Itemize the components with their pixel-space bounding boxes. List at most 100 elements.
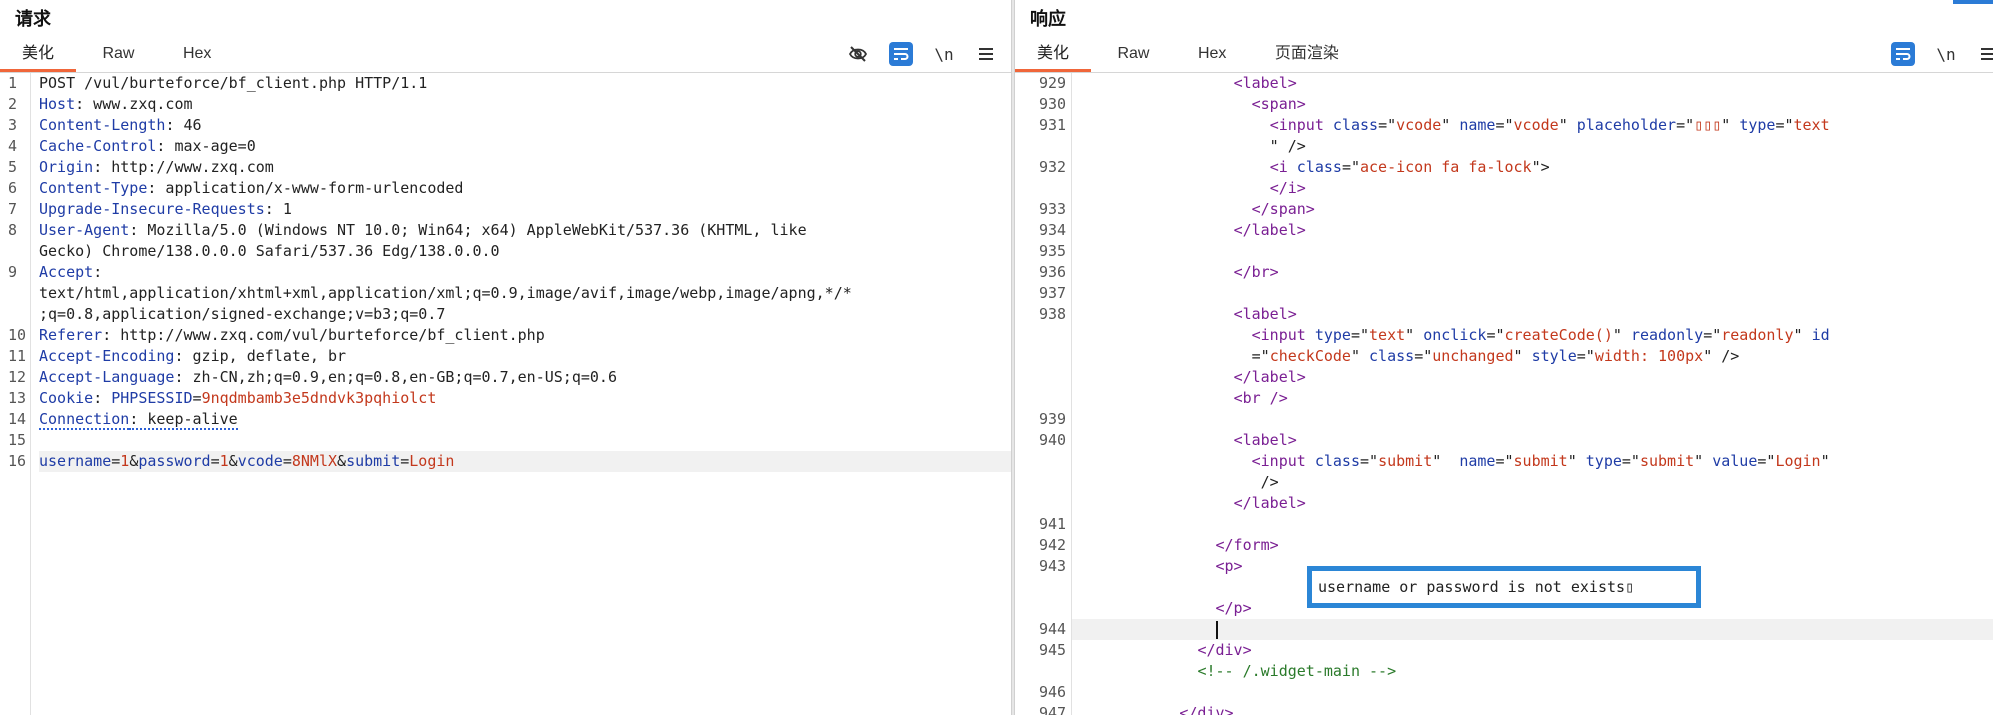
line-number: 931 xyxy=(1039,116,1067,134)
line-text xyxy=(1071,241,1993,262)
code-line[interactable]: Gecko) Chrome/138.0.0.0 Safari/537.36 Ed… xyxy=(0,241,1011,262)
code-line[interactable]: 931 <input class="vcode" name="vcode" pl… xyxy=(1015,115,1993,136)
code-line[interactable]: <input type="text" onclick="createCode()… xyxy=(1015,325,1993,346)
code-line[interactable]: 940 <label> xyxy=(1015,430,1993,451)
request-editor[interactable]: 1 POST /vul/burteforce/bf_client.php HTTP… xyxy=(0,73,1011,715)
token: Content-Length xyxy=(39,116,166,134)
code-line[interactable]: <!-- /.widget-main --> xyxy=(1015,661,1993,682)
line-number: 12 xyxy=(8,368,27,386)
request-pane: 请求 美化 Raw Hex \n 1 POST /vul/burteforce/b… xyxy=(0,0,1011,715)
line-number: 933 xyxy=(1039,200,1067,218)
line-text: Accept-Encoding: gzip, deflate, br xyxy=(39,346,1011,367)
token: name xyxy=(1459,452,1496,470)
code-line[interactable]: 941 xyxy=(1015,514,1993,535)
word-wrap-icon[interactable] xyxy=(1891,42,1915,66)
code-line[interactable]: 14 Connection: keep-alive xyxy=(0,409,1011,430)
code-line[interactable]: 11 Accept-Encoding: gzip, deflate, br xyxy=(0,346,1011,367)
code-line[interactable]: 937 xyxy=(1015,283,1993,304)
token: User-Agent xyxy=(39,221,130,239)
code-line[interactable]: 933 </span> xyxy=(1015,199,1993,220)
request-tab-hex[interactable]: Hex xyxy=(161,36,233,70)
token: Content-Type xyxy=(39,179,148,197)
code-line[interactable]: <br /> xyxy=(1015,388,1993,409)
code-line[interactable]: 938 <label> xyxy=(1015,304,1993,325)
code-line[interactable]: ;q=0.8,application/signed-exchange;v=b3;… xyxy=(0,304,1011,325)
line-text: </label> xyxy=(1071,220,1993,241)
code-line[interactable]: 936 </br> xyxy=(1015,262,1993,283)
request-tab-raw[interactable]: Raw xyxy=(80,36,156,70)
menu-icon[interactable] xyxy=(975,42,997,66)
code-line[interactable]: 932 <i class="ace-icon fa fa-lock"> xyxy=(1015,157,1993,178)
code-line[interactable]: 15 xyxy=(0,430,1011,451)
response-tab-raw[interactable]: Raw xyxy=(1095,36,1171,70)
line-text xyxy=(1071,619,1993,640)
response-editor[interactable]: 929 <label> 930 <span> 931 <input class="v… xyxy=(1015,73,1993,715)
code-line[interactable]: 939 xyxy=(1015,409,1993,430)
token: width: 100px xyxy=(1594,347,1704,365)
code-line[interactable]: 2 Host: www.zxq.com xyxy=(0,94,1011,115)
newline-toggle-icon[interactable]: \n xyxy=(1935,42,1957,66)
code-line[interactable]: 944 xyxy=(1015,619,1993,640)
code-line[interactable]: 9 Accept: xyxy=(0,262,1011,283)
token: " /> xyxy=(1071,137,1306,155)
token: " xyxy=(1612,326,1631,344)
response-tab-hex[interactable]: Hex xyxy=(1176,36,1248,70)
menu-icon[interactable] xyxy=(1977,42,1993,66)
code-line[interactable]: </label> xyxy=(1015,493,1993,514)
code-line[interactable]: 8 User-Agent: Mozilla/5.0 (Windows NT 10.… xyxy=(0,220,1011,241)
eye-slash-icon[interactable] xyxy=(847,42,869,66)
token: class xyxy=(1314,452,1360,470)
code-line[interactable]: " /> xyxy=(1015,136,1993,157)
code-line[interactable]: 935 xyxy=(1015,241,1993,262)
code-line[interactable]: </label> xyxy=(1015,367,1993,388)
word-wrap-icon[interactable] xyxy=(889,42,913,66)
code-line[interactable]: 6 Content-Type: application/x-www-form-ur… xyxy=(0,178,1011,199)
token: =" xyxy=(1360,452,1379,470)
code-line[interactable]: 946 xyxy=(1015,682,1993,703)
token: <input xyxy=(1269,116,1333,134)
code-line[interactable]: 7 Upgrade-Insecure-Requests: 1 xyxy=(0,199,1011,220)
token: </p> xyxy=(1215,599,1252,617)
code-line[interactable]: 5 Origin: http://www.zxq.com xyxy=(0,157,1011,178)
code-line[interactable]: 1 POST /vul/burteforce/bf_client.php HTTP… xyxy=(0,73,1011,94)
code-line[interactable]: 13 Cookie: PHPSESSID=9nqdmbamb3e5dndvk3pq… xyxy=(0,388,1011,409)
code-line[interactable]: 10 Referer: http://www.zxq.com/vul/burtef… xyxy=(0,325,1011,346)
code-line[interactable]: 930 <span> xyxy=(1015,94,1993,115)
token: text xyxy=(1369,326,1406,344)
code-line[interactable]: 12 Accept-Language: zh-CN,zh;q=0.9,en;q=0… xyxy=(0,367,1011,388)
token: =" xyxy=(1495,116,1514,134)
code-line[interactable]: 4 Cache-Control: max-age=0 xyxy=(0,136,1011,157)
line-number: 936 xyxy=(1039,263,1067,281)
code-line[interactable]: <input class="submit" name="submit" type… xyxy=(1015,451,1993,472)
code-line[interactable]: 3 Content-Length: 46 xyxy=(0,115,1011,136)
code-line[interactable]: 947 </div> xyxy=(1015,703,1993,715)
token: unchanged xyxy=(1432,347,1514,365)
line-text: </span> xyxy=(1071,199,1993,220)
code-line[interactable]: 942 </form> xyxy=(1015,535,1993,556)
code-line[interactable]: </i> xyxy=(1015,178,1993,199)
response-tab-pretty[interactable]: 美化 xyxy=(1015,36,1092,72)
code-line[interactable]: 934 </label> xyxy=(1015,220,1993,241)
code-line[interactable]: 945 </div> xyxy=(1015,640,1993,661)
code-line[interactable]: 16 username=1&password=1&vcode=8NMlX&subm… xyxy=(0,451,1011,472)
line-number: 11 xyxy=(8,347,27,365)
code-line[interactable]: ="checkCode" class="unchanged" style="wi… xyxy=(1015,346,1993,367)
code-line[interactable]: text/html,application/xhtml+xml,applicat… xyxy=(0,283,1011,304)
token: value xyxy=(1712,452,1758,470)
response-tab-render[interactable]: 页面渲染 xyxy=(1253,36,1361,70)
code-line[interactable]: /> xyxy=(1015,472,1993,493)
token: : 1 xyxy=(264,200,292,218)
newline-toggle-icon[interactable]: \n xyxy=(933,42,955,66)
token: : gzip, deflate, br xyxy=(174,347,347,365)
code-line[interactable]: 929 <label> xyxy=(1015,73,1993,94)
line-number: 941 xyxy=(1039,515,1067,533)
line-text: Connection: keep-alive xyxy=(39,409,1011,430)
token: createCode() xyxy=(1504,326,1613,344)
token: =" xyxy=(1350,326,1370,344)
request-tab-pretty[interactable]: 美化 xyxy=(0,36,77,72)
